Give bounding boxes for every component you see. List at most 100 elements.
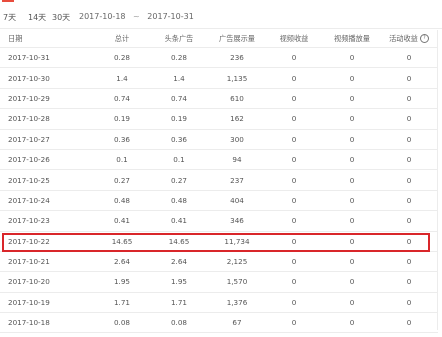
cell-ad-impressions: 404: [230, 195, 244, 205]
date-range-picker[interactable]: 2017-10-18 ~ 2017-10-31: [79, 12, 194, 21]
active-tab-indicator: [2, 0, 14, 2]
cell-total: 0.19: [113, 114, 130, 124]
table-row: 2017-10-25 0.27 0.27 237 0 0 0: [0, 170, 438, 191]
cell-campaign-revenue: 0: [406, 277, 412, 287]
cell-campaign-revenue: 0: [406, 73, 412, 83]
cell-ad-impressions: 1,570: [226, 277, 248, 287]
cell-ad-impressions: 1,135: [226, 73, 248, 83]
table-row: 2017-10-22 14.65 14.65 11,734 0 0 0: [0, 232, 438, 252]
cell-video-revenue: 0: [291, 73, 297, 83]
cell-ad-impressions: 94: [232, 155, 242, 165]
cell-total: 0.27: [113, 175, 130, 185]
cell-video-revenue: 0: [291, 297, 297, 307]
cell-video-revenue: 0: [291, 93, 297, 103]
cell-total: 14.65: [111, 236, 133, 246]
table-row: 2017-10-26 0.1 0.1 94 0 0 0: [0, 150, 438, 171]
cell-video-plays: 0: [349, 195, 355, 205]
header-date: 日期: [8, 33, 23, 43]
cell-video-revenue: 0: [291, 277, 297, 287]
cell-total: 0.48: [113, 195, 130, 205]
earnings-table: 日期 总计 头条广告 广告展示量 视频收益 视频播放量 活动收益 ? 2017-…: [0, 30, 438, 334]
table-row: 2017-10-19 1.71 1.71 1,376 0 0 0: [0, 293, 438, 314]
cell-date: 2017-10-18: [8, 318, 50, 328]
cell-campaign-revenue: 0: [406, 195, 412, 205]
table-row: 2017-10-24 0.48 0.48 404 0 0 0: [0, 191, 438, 212]
cell-campaign-revenue: 0: [406, 318, 412, 328]
cell-ad-impressions: 237: [230, 175, 244, 185]
cell-total: 0.36: [113, 134, 130, 144]
cell-toutiao-ads: 14.65: [168, 236, 190, 246]
table-row: 2017-10-23 0.41 0.41 346 0 0 0: [0, 211, 438, 232]
tab-14-days[interactable]: 14天: [28, 12, 46, 23]
cell-total: 0.08: [113, 318, 130, 328]
cell-date: 2017-10-28: [8, 114, 50, 124]
cell-video-plays: 0: [349, 155, 355, 165]
cell-date: 2017-10-26: [8, 155, 50, 165]
cell-video-plays: 0: [349, 236, 355, 246]
cell-ad-impressions: 2,125: [226, 257, 248, 267]
header-total: 总计: [114, 33, 130, 43]
cell-total: 1.4: [116, 73, 128, 83]
header-toutiao-ads: 头条广告: [164, 33, 194, 43]
cell-ad-impressions: 67: [232, 318, 242, 328]
cell-campaign-revenue: 0: [406, 297, 412, 307]
tab-30-days[interactable]: 30天: [52, 12, 70, 23]
cell-video-plays: 0: [349, 53, 355, 63]
table-row: 2017-10-18 0.08 0.08 67 0 0 0: [0, 313, 438, 334]
cell-video-revenue: 0: [291, 175, 297, 185]
cell-video-revenue: 0: [291, 318, 297, 328]
cell-campaign-revenue: 0: [406, 236, 412, 246]
cell-toutiao-ads: 0.28: [170, 53, 187, 63]
cell-ad-impressions: 11,734: [224, 236, 250, 246]
cell-ad-impressions: 1,376: [226, 297, 248, 307]
cell-toutiao-ads: 1.4: [173, 73, 185, 83]
cell-campaign-revenue: 0: [406, 257, 412, 267]
cell-video-revenue: 0: [291, 216, 297, 226]
header-video-revenue: 视频收益: [279, 33, 309, 43]
table-header: 日期 总计 头条广告 广告展示量 视频收益 视频播放量 活动收益 ?: [0, 30, 438, 48]
cell-video-plays: 0: [349, 93, 355, 103]
date-separator: ~: [133, 12, 140, 21]
cell-date: 2017-10-22: [8, 236, 50, 246]
cell-date: 2017-10-21: [8, 257, 50, 267]
cell-campaign-revenue: 0: [406, 155, 412, 165]
cell-total: 0.1: [116, 155, 128, 165]
cell-video-revenue: 0: [291, 155, 297, 165]
cell-campaign-revenue: 0: [406, 216, 412, 226]
cell-video-revenue: 0: [291, 236, 297, 246]
cell-date: 2017-10-23: [8, 216, 50, 226]
cell-date: 2017-10-24: [8, 195, 50, 205]
cell-video-plays: 0: [349, 175, 355, 185]
cell-date: 2017-10-29: [8, 93, 50, 103]
table-row: 2017-10-30 1.4 1.4 1,135 0 0 0: [0, 68, 438, 89]
cell-toutiao-ads: 1.71: [170, 297, 187, 307]
cell-toutiao-ads: 0.36: [170, 134, 187, 144]
cell-date: 2017-10-27: [8, 134, 50, 144]
cell-video-plays: 0: [349, 216, 355, 226]
cell-toutiao-ads: 0.19: [170, 114, 187, 124]
table-row: 2017-10-27 0.36 0.36 300 0 0 0: [0, 130, 438, 150]
cell-date: 2017-10-25: [8, 175, 50, 185]
cell-ad-impressions: 300: [230, 134, 244, 144]
cell-video-plays: 0: [349, 277, 355, 287]
cell-date: 2017-10-20: [8, 277, 50, 287]
header-campaign-revenue: 活动收益 ?: [384, 30, 434, 47]
cell-campaign-revenue: 0: [406, 175, 412, 185]
tab-7-days[interactable]: 7天: [3, 12, 16, 23]
cell-date: 2017-10-30: [8, 73, 50, 83]
cell-video-revenue: 0: [291, 114, 297, 124]
cell-campaign-revenue: 0: [406, 53, 412, 63]
cell-campaign-revenue: 0: [406, 93, 412, 103]
table-row: 2017-10-21 2.64 2.64 2,125 0 0 0: [0, 252, 438, 273]
cell-total: 1.95: [113, 277, 130, 287]
header-ad-impressions: 广告展示量: [219, 33, 255, 43]
cell-total: 0.74: [113, 93, 130, 103]
cell-date: 2017-10-31: [8, 53, 50, 63]
cell-video-plays: 0: [349, 297, 355, 307]
table-row: 2017-10-20 1.95 1.95 1,570 0 0 0: [0, 272, 438, 293]
cell-total: 1.71: [113, 297, 130, 307]
cell-video-revenue: 0: [291, 257, 297, 267]
cell-ad-impressions: 346: [230, 216, 244, 226]
toolbar: 7天 14天 30天 2017-10-18 ~ 2017-10-31: [0, 0, 442, 30]
help-icon[interactable]: ?: [419, 34, 429, 43]
